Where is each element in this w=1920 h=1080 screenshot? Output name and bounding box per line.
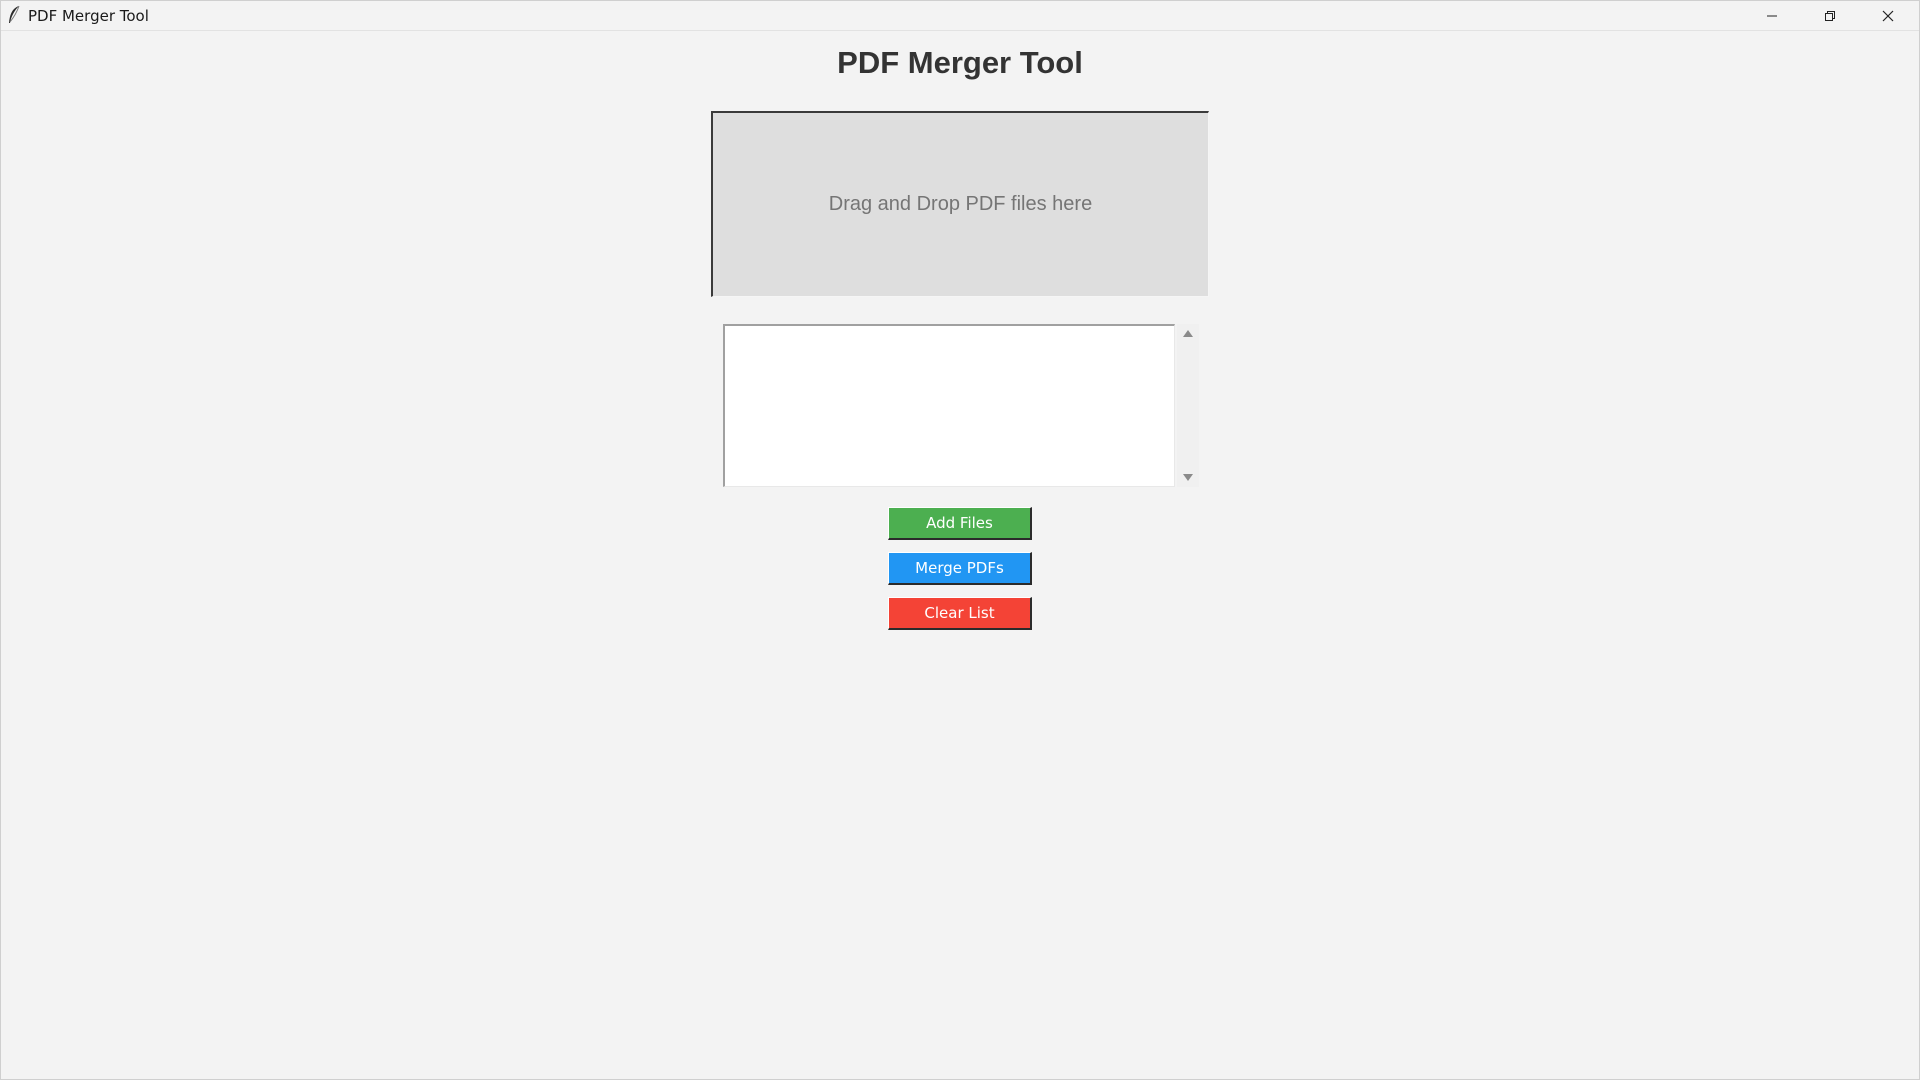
clear-list-button[interactable]: Clear List <box>888 597 1032 630</box>
restore-icon <box>1825 10 1835 21</box>
feather-icon <box>9 5 20 23</box>
merge-pdfs-button[interactable]: Merge PDFs <box>888 552 1032 585</box>
window-title: PDF Merger Tool <box>28 7 149 25</box>
app-window: PDF Merger Tool PDF Merger Tool Drag and… <box>0 0 1920 1080</box>
add-files-button[interactable]: Add Files <box>888 507 1032 540</box>
drop-zone-label: Drag and Drop PDF files here <box>828 193 1093 215</box>
scroll-up-icon[interactable] <box>1183 330 1193 337</box>
restore-button[interactable] <box>1801 1 1859 30</box>
minimize-icon <box>1767 15 1777 16</box>
close-button[interactable] <box>1859 1 1917 30</box>
close-icon <box>1882 10 1894 21</box>
drop-zone[interactable]: Drag and Drop PDF files here <box>711 111 1209 297</box>
page-title: PDF Merger Tool <box>837 45 1083 80</box>
title-bar[interactable]: PDF Merger Tool <box>1 1 1919 31</box>
scroll-down-icon[interactable] <box>1183 474 1193 481</box>
minimize-button[interactable] <box>1743 1 1801 30</box>
file-list[interactable] <box>723 324 1175 487</box>
file-list-scrollbar[interactable] <box>1177 324 1199 487</box>
